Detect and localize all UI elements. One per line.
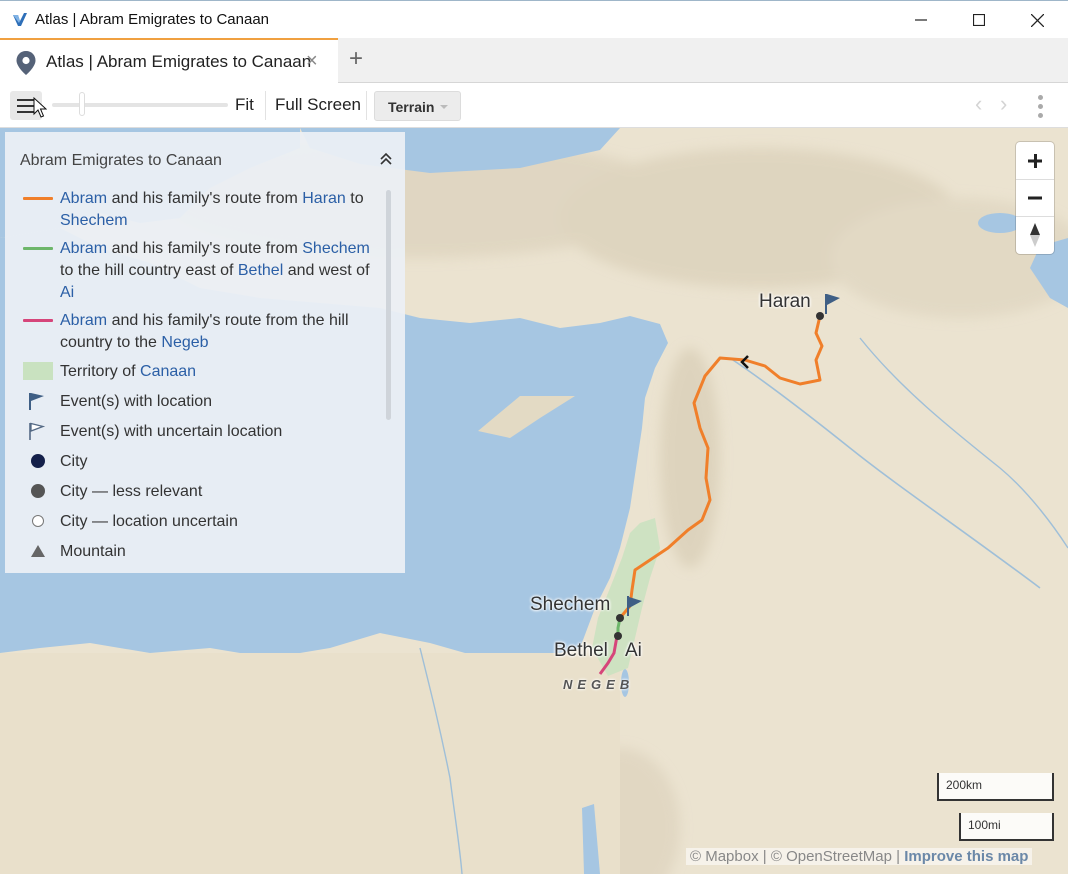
zoom-out-button[interactable] [1016, 179, 1054, 216]
zoom-slider-handle[interactable] [79, 92, 85, 116]
map-toolbar: Fit Full Screen Terrain ‹ › [0, 83, 1068, 128]
map-pin-icon [16, 51, 36, 75]
toolbar-divider [265, 91, 266, 120]
link-abram[interactable]: Abram [60, 240, 107, 257]
link-shechem[interactable]: Shechem [302, 240, 370, 257]
map-layer-dropdown[interactable]: Terrain [374, 91, 461, 121]
link-bethel[interactable]: Bethel [238, 262, 283, 279]
city-bethel [614, 632, 622, 640]
toolbar-divider [366, 91, 367, 120]
link-ai[interactable]: Ai [60, 284, 74, 301]
scale-bar-km: 200km [937, 773, 1054, 801]
map-layer-label: Terrain [388, 99, 435, 115]
minimize-button[interactable] [892, 1, 950, 39]
flag-outline-icon [29, 422, 46, 440]
place-label-bethel: Bethel [554, 640, 608, 661]
place-label-shechem: Shechem [530, 594, 611, 615]
tab-strip: Atlas | Abram Emigrates to Canaan × + [0, 38, 1068, 83]
tab-label: Atlas | Abram Emigrates to Canaan [46, 52, 312, 71]
link-canaan[interactable]: Canaan [140, 363, 196, 380]
close-icon [1030, 13, 1044, 27]
plus-icon [1028, 153, 1042, 168]
legend-scrollbar[interactable] [386, 190, 391, 420]
back-button[interactable]: ‹ [975, 93, 982, 115]
tab-close-button[interactable]: × [306, 51, 318, 71]
app-logo-icon [13, 13, 27, 26]
fit-button[interactable]: Fit [235, 95, 254, 115]
close-window-button[interactable] [1008, 1, 1066, 39]
new-tab-button[interactable]: + [349, 47, 363, 71]
route-line-icon [23, 197, 53, 200]
city-shechem [616, 614, 624, 622]
route-line-icon [23, 247, 53, 250]
zoom-controls [1016, 142, 1054, 254]
region-label-negeb: NEGEB [563, 677, 635, 692]
city-dot-icon [31, 454, 45, 468]
minus-icon [1028, 196, 1042, 199]
title-bar: Atlas | Abram Emigrates to Canaan [0, 0, 1068, 38]
mountain-icon [31, 545, 45, 557]
flag-icon [29, 393, 44, 410]
territory-swatch-icon [23, 362, 53, 380]
link-negeb[interactable]: Negeb [161, 334, 208, 351]
mouse-cursor-icon [33, 97, 47, 118]
caret-down-icon [440, 105, 448, 109]
window-title: Atlas | Abram Emigrates to Canaan [35, 11, 270, 28]
mapbox-link[interactable]: © Mapbox [690, 848, 759, 865]
link-shechem[interactable]: Shechem [60, 212, 128, 229]
city-dot-outline-icon [32, 515, 44, 527]
place-label-ai: Ai [625, 640, 642, 661]
chevron-up-icon[interactable] [379, 152, 393, 166]
compass-reset-button[interactable] [1016, 216, 1054, 253]
city-haran [816, 312, 824, 320]
egypt-desert [0, 653, 620, 874]
more-options-button[interactable] [1038, 95, 1044, 122]
tab-atlas[interactable]: Atlas | Abram Emigrates to Canaan × [0, 38, 338, 83]
city-dot-gray-icon [31, 484, 45, 498]
maximize-button[interactable] [950, 1, 1008, 39]
scale-bar-mi: 100mi [959, 813, 1054, 841]
link-haran[interactable]: Haran [302, 190, 346, 207]
link-abram[interactable]: Abram [60, 312, 107, 329]
map-canvas[interactable]: Haran Shechem Bethel Ai NEGEB Abram Emig… [0, 128, 1068, 874]
minimize-icon [915, 19, 927, 21]
place-label-haran: Haran [759, 291, 811, 312]
kebab-menu-icon [1038, 95, 1043, 100]
route-line-icon [23, 319, 53, 322]
improve-map-link[interactable]: Improve this map [904, 848, 1028, 865]
full-screen-button[interactable]: Full Screen [275, 95, 361, 115]
openstreetmap-link[interactable]: © OpenStreetMap [771, 848, 892, 865]
zoom-in-button[interactable] [1016, 142, 1054, 179]
link-abram[interactable]: Abram [60, 190, 107, 207]
forward-button[interactable]: › [1000, 93, 1007, 115]
maximize-icon [973, 14, 985, 26]
legend-title: Abram Emigrates to Canaan [20, 152, 222, 169]
legend-panel: Abram Emigrates to Canaan Abram and his … [5, 132, 405, 573]
compass-icon [1030, 222, 1040, 247]
map-attribution: © Mapbox | © OpenStreetMap | Improve thi… [686, 848, 1033, 865]
